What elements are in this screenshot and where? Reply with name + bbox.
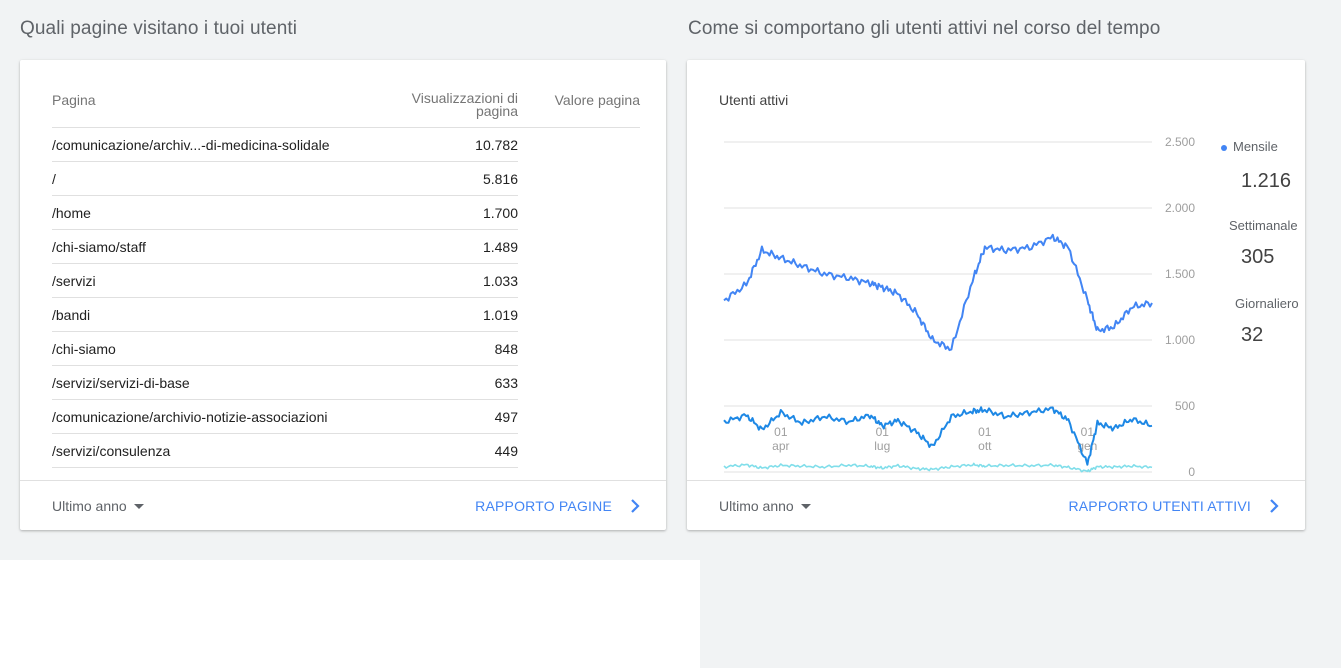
table-header: Pagina Visualizzazioni di pagina Valore … [52, 88, 640, 128]
table-row[interactable]: / 5.816 [52, 162, 518, 196]
x-tick-day: 01 [774, 425, 788, 439]
row-page-path[interactable]: /comunicazione/archivio-notizie-associaz… [52, 409, 327, 425]
row-page-views: 1.033 [482, 273, 518, 289]
table-row[interactable]: /comunicazione/archivio-notizie-associaz… [52, 400, 518, 434]
period-dropdown[interactable]: Ultimo anno [719, 498, 811, 514]
row-page-views: 5.816 [482, 171, 518, 187]
legend-value-monthly: 1.216 [1241, 170, 1292, 192]
y-tick-label: 500 [1175, 399, 1195, 413]
users-report-label: RAPPORTO UTENTI ATTIVI [1068, 497, 1251, 514]
pages-report-label: RAPPORTO PAGINE [475, 497, 612, 514]
caret-down-icon [133, 504, 144, 509]
y-tick-label: 1.000 [1165, 333, 1195, 347]
table-row[interactable]: /servizi/consulenza 449 [52, 434, 518, 468]
caret-down-icon [800, 504, 811, 509]
row-page-path[interactable]: / [52, 171, 56, 187]
y-tick-label: 0 [1188, 465, 1195, 479]
row-page-views: 848 [494, 341, 518, 357]
users-card: Utenti attivi 2.500 2.000 1.500 1.000 500 0 01… [687, 60, 1305, 530]
table-row[interactable]: /home 1.700 [52, 196, 518, 230]
y-tick-label: 2.500 [1165, 135, 1195, 149]
period-label: Ultimo anno [52, 497, 127, 514]
legend-label-weekly: Settimanale [1229, 218, 1298, 233]
row-page-views: 449 [494, 443, 518, 459]
row-page-path[interactable]: /servizi [52, 273, 96, 289]
row-page-views: 1.019 [482, 307, 518, 323]
legend-label-monthly: Mensile [1221, 139, 1278, 154]
column-header-value[interactable]: Valore pagina [555, 92, 640, 108]
row-page-path[interactable]: /chi-siamo [52, 341, 116, 357]
pages-section-title: Quali pagine visitano i tuoi utenti [20, 18, 298, 39]
row-page-views: 1.489 [482, 239, 518, 255]
pages-report-link[interactable]: RAPPORTO PAGINE [475, 498, 640, 514]
row-page-path[interactable]: /bandi [52, 307, 90, 323]
table-row[interactable]: /chi-siamo 848 [52, 332, 518, 366]
table-row[interactable]: /servizi/servizi-di-base 633 [52, 366, 518, 400]
table-row[interactable]: /comunicazione/archiv...-di-medicina-sol… [52, 128, 518, 162]
active-users-chart: 2.5002.0001.5001.000500001apr01lug01ott0… [723, 135, 1195, 479]
table-row[interactable]: /bandi 1.019 [52, 298, 518, 332]
x-tick-month: apr [772, 439, 789, 453]
x-tick-month: ott [978, 439, 992, 453]
column-header-page: Pagina [52, 92, 96, 108]
y-tick-label: 2.000 [1165, 201, 1195, 215]
legend-dot [1221, 144, 1227, 151]
chevron-right-icon [631, 498, 640, 513]
period-label: Ultimo anno [719, 497, 794, 514]
chart-title: Utenti attivi [719, 92, 789, 108]
row-page-views: 497 [494, 409, 518, 425]
row-page-path[interactable]: /home [52, 205, 91, 221]
table-row[interactable]: /chi-siamo/staff 1.489 [52, 230, 518, 264]
series-line-mensile [723, 233, 1153, 352]
chevron-right-icon [1270, 498, 1279, 513]
legend-label-daily: Giornaliero [1235, 296, 1299, 311]
row-page-views: 10.782 [475, 137, 518, 153]
table-row[interactable]: /servizi 1.033 [52, 264, 518, 298]
legend-value-daily: 32 [1241, 324, 1264, 346]
column-header-views[interactable]: Visualizzazioni di pagina [388, 91, 518, 118]
pages-card-footer: Ultimo anno RAPPORTO PAGINE [20, 480, 666, 530]
row-page-path[interactable]: /comunicazione/archiv...-di-medicina-sol… [52, 137, 330, 153]
y-tick-label: 1.500 [1165, 267, 1195, 281]
row-page-views: 1.700 [482, 205, 518, 221]
users-section-title: Come si comportano gli utenti attivi nel… [688, 18, 1161, 39]
blank-area [0, 560, 700, 668]
legend-value-weekly: 305 [1241, 246, 1275, 268]
pages-card: Pagina Visualizzazioni di pagina Valore … [20, 60, 666, 530]
users-card-footer: Ultimo anno RAPPORTO UTENTI ATTIVI [687, 480, 1305, 530]
x-tick-day: 01 [978, 425, 992, 439]
row-page-views: 633 [494, 375, 518, 391]
period-dropdown[interactable]: Ultimo anno [52, 498, 144, 514]
x-tick-day: 01 [1081, 425, 1095, 439]
row-page-path[interactable]: /chi-siamo/staff [52, 239, 146, 255]
users-report-link[interactable]: RAPPORTO UTENTI ATTIVI [1068, 498, 1279, 514]
x-tick-month: lug [874, 439, 890, 453]
row-page-path[interactable]: /servizi/servizi-di-base [52, 375, 190, 391]
row-page-path[interactable]: /servizi/consulenza [52, 443, 170, 459]
